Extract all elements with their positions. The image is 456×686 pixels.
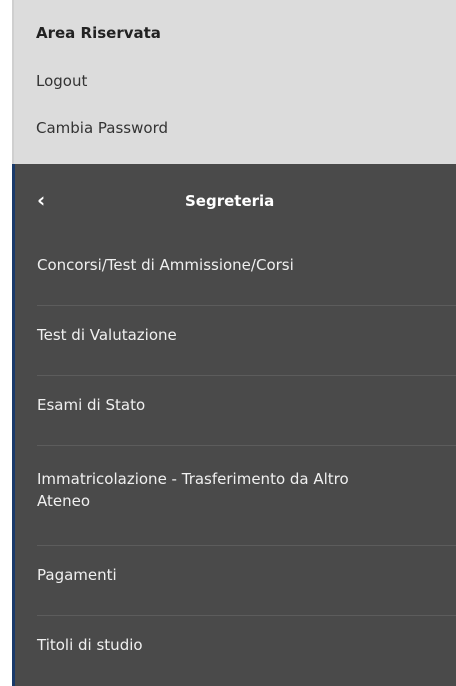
panel-title: Segreteria [185, 192, 275, 210]
menu-item-label: Esami di Stato [37, 396, 146, 414]
back-chevron-icon[interactable]: ‹ [37, 190, 45, 210]
reserved-area: Area Riservata Logout Cambia Password [12, 0, 456, 164]
segreteria-panel: ‹ Segreteria Concorsi/Test di Ammissione… [12, 164, 456, 686]
menu-item-immatricolazione[interactable]: Immatricolazione - Trasferimento da Altr… [37, 446, 456, 546]
menu-item-label: Immatricolazione - Trasferimento da Altr… [37, 470, 349, 510]
menu-item-pagamenti[interactable]: Pagamenti [37, 546, 456, 616]
menu-item-esami-stato[interactable]: Esami di Stato [37, 376, 456, 446]
menu-item-label: Concorsi/Test di Ammissione/Corsi [37, 256, 294, 274]
menu-item-label: Titoli di studio [37, 636, 143, 654]
logout-link[interactable]: Logout [36, 70, 456, 92]
menu-item-label: Pagamenti [37, 566, 117, 584]
change-password-link[interactable]: Cambia Password [36, 117, 456, 139]
menu-item-concorsi[interactable]: Concorsi/Test di Ammissione/Corsi [37, 236, 456, 306]
menu-item-label: Test di Valutazione [37, 326, 177, 344]
reserved-area-title: Area Riservata [36, 24, 161, 42]
app-frame: Area Riservata Logout Cambia Password ‹ … [0, 0, 456, 686]
menu-item-titoli-studio[interactable]: Titoli di studio [37, 616, 456, 686]
segreteria-menu: Concorsi/Test di Ammissione/Corsi Test d… [15, 236, 456, 686]
panel-header: ‹ Segreteria [15, 164, 456, 236]
menu-item-test-valutazione[interactable]: Test di Valutazione [37, 306, 456, 376]
